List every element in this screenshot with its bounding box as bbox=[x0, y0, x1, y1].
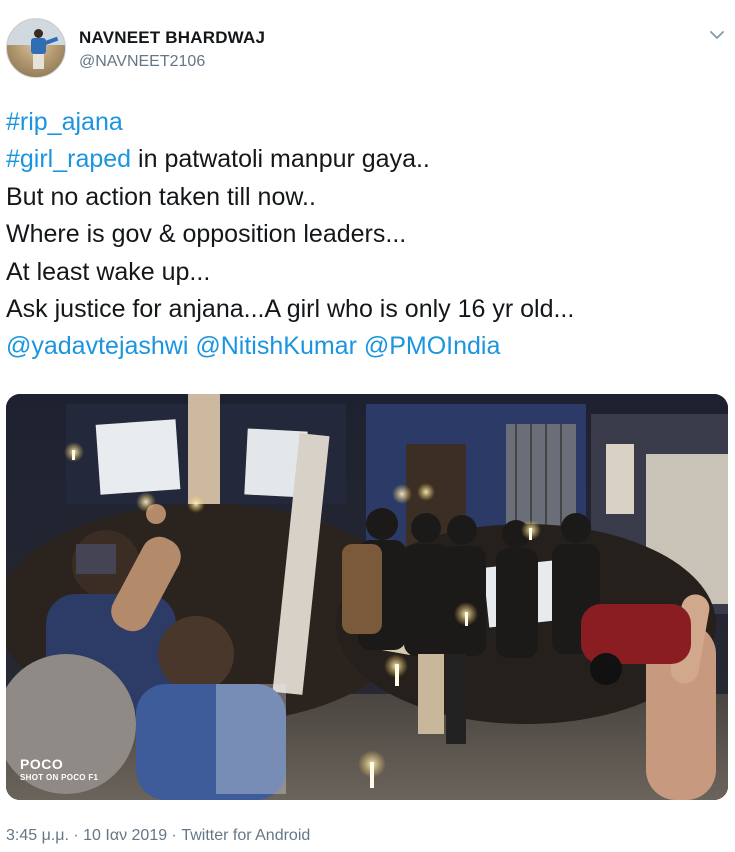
tweet-text: #rip_ajana #girl_raped in patwatoli manp… bbox=[6, 104, 730, 366]
chevron-down-icon[interactable] bbox=[708, 26, 726, 44]
mention-link[interactable]: @yadavtejashwi bbox=[6, 332, 188, 360]
tweet-line: Where is gov & opposition leaders... bbox=[6, 220, 407, 249]
mention-link[interactable]: @NitishKumar bbox=[195, 332, 357, 360]
mention-link[interactable]: @PMOIndia bbox=[364, 332, 501, 360]
tweet-line: But no action taken till now.. bbox=[6, 182, 316, 211]
hashtag-link[interactable]: #rip_ajana bbox=[6, 108, 123, 136]
mentions-line: @yadavtejashwi @NitishKumar @PMOIndia bbox=[6, 328, 730, 365]
author-handle[interactable]: @NAVNEET2106 bbox=[79, 53, 205, 71]
watermark-caption: SHOT ON POCO F1 bbox=[20, 773, 99, 782]
watermark-brand: POCO bbox=[20, 756, 64, 772]
tweet-timestamp[interactable]: 3:45 μ.μ. · 10 Ιαν 2019 · Twitter for An… bbox=[6, 827, 310, 845]
avatar[interactable] bbox=[6, 18, 66, 78]
hashtag-link[interactable]: #girl_raped bbox=[6, 145, 131, 173]
photo-watermark: POCO SHOT ON POCO F1 bbox=[20, 756, 98, 782]
tweet-header: NAVNEET BHARDWAJ @NAVNEET2106 bbox=[6, 18, 730, 80]
tweet-line: Ask justice for anjana...A girl who is o… bbox=[6, 295, 575, 324]
candlelight-vigil-photo bbox=[6, 394, 728, 800]
tweet-photo[interactable]: POCO SHOT ON POCO F1 bbox=[6, 394, 728, 800]
tweet-line: #rip_ajana bbox=[6, 104, 730, 141]
tweet-line: #girl_raped in patwatoli manpur gaya.. bbox=[6, 145, 430, 174]
author-name[interactable]: NAVNEET BHARDWAJ bbox=[79, 28, 265, 48]
tweet-line: At least wake up... bbox=[6, 257, 211, 286]
